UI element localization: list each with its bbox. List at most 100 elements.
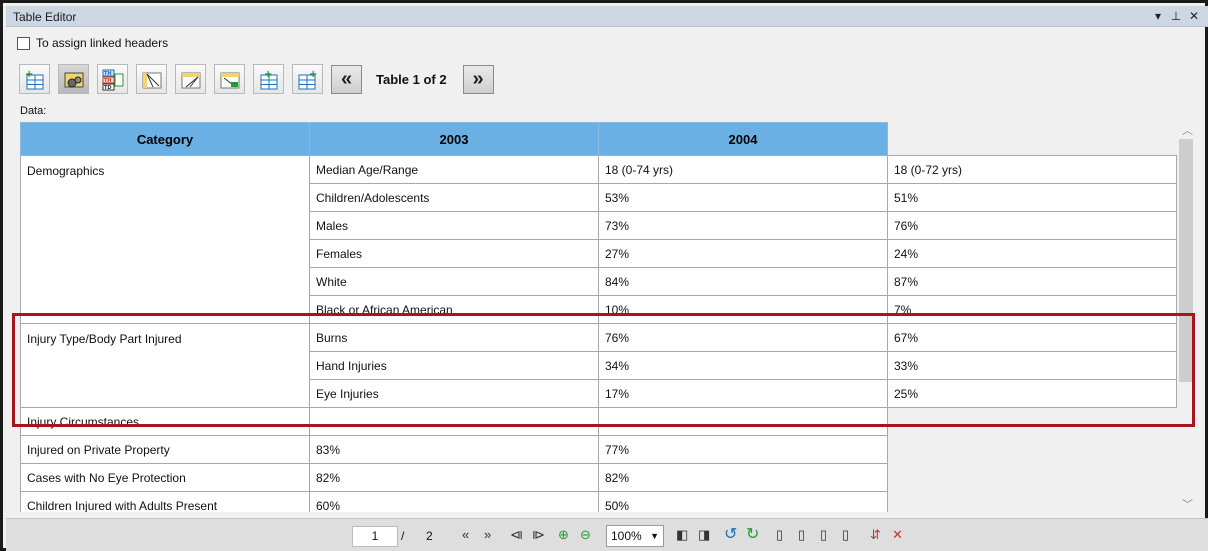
table-cell[interactable]: 84% (598, 267, 888, 296)
add-row-button[interactable]: + (253, 64, 284, 94)
close-icon[interactable]: ✕ (1188, 8, 1200, 24)
dropdown-arrow-icon[interactable]: ▾ (1152, 8, 1164, 24)
table-cell[interactable]: 53% (598, 183, 888, 212)
previous-table-button[interactable]: « (331, 64, 362, 94)
table-cell[interactable]: 83% (309, 435, 599, 464)
vertical-scrollbar[interactable]: ︿ ﹀ (1178, 122, 1195, 514)
table-cell[interactable]: 7% (887, 295, 1177, 324)
table-cell[interactable]: Cases with No Eye Protection (20, 463, 310, 492)
add-row-icon: + (260, 69, 278, 90)
move-right-icon[interactable]: ◨ (698, 527, 710, 543)
table-cell[interactable]: White (309, 267, 599, 296)
table-cell[interactable]: Median Age/Range (309, 155, 599, 184)
page-total: 2 (426, 529, 433, 543)
zoom-in-icon[interactable]: ⊕ (558, 527, 569, 543)
table-cell[interactable]: 77% (598, 435, 888, 464)
delete-split-icon[interactable]: ✕ (892, 527, 903, 543)
table-cell[interactable]: Injured on Private Property (20, 435, 310, 464)
table-cell[interactable]: 18 (0-74 yrs) (598, 155, 888, 184)
table-cell[interactable]: 73% (598, 211, 888, 240)
table-row: Injury Type/Body Part Injured Burns 76% … (20, 323, 1177, 408)
table-cell[interactable]: 82% (598, 463, 888, 492)
table-cell[interactable]: Males (309, 211, 599, 240)
table-cell[interactable]: 67% (887, 323, 1177, 352)
status-bar: 1 / 2 « » ⧏ ⧐ ⊕ ⊖ 100% ▼ ◧ ◨ ↺ ↻ ▯ ▯ ▯ ▯ … (6, 518, 1208, 551)
table-cell[interactable]: 82% (309, 463, 599, 492)
column-headers-icon (142, 72, 162, 89)
svg-text:TH: TH (104, 71, 112, 77)
page-layout-1-icon[interactable]: ▯ (776, 527, 783, 543)
move-left-icon[interactable]: ◧ (676, 527, 688, 543)
table-cell[interactable]: Burns (309, 323, 599, 352)
table-cell[interactable]: Injury Circumstances (20, 407, 310, 436)
table-cell[interactable]: Injury Type/Body Part Injured (20, 323, 310, 408)
linked-headers-checkbox[interactable] (17, 36, 30, 50)
table-cell[interactable]: 50% (598, 491, 888, 512)
page-layout-2-icon[interactable]: ▯ (798, 527, 805, 543)
table-cell[interactable]: 18 (0-72 yrs) (887, 155, 1177, 184)
table-cell[interactable]: 17% (598, 379, 888, 408)
page-layout-4-icon[interactable]: ▯ (842, 527, 849, 543)
merge-header-button[interactable] (214, 64, 245, 94)
empty-cell (888, 408, 1177, 436)
table-cell[interactable]: 87% (887, 267, 1177, 296)
next-page-icon[interactable]: » (484, 527, 491, 542)
header-cell[interactable]: 2003 (309, 122, 599, 156)
last-page-icon[interactable]: ⧐ (532, 527, 545, 543)
page-separator: / (401, 529, 405, 543)
table-cell[interactable]: Hand Injuries (309, 351, 599, 380)
redo-icon[interactable]: ↻ (746, 524, 759, 544)
row-headers-icon (181, 72, 201, 89)
table-cell[interactable]: 25% (887, 379, 1177, 408)
scroll-down-icon[interactable]: ﹀ (1182, 496, 1193, 512)
table-cell[interactable]: 33% (887, 351, 1177, 380)
insert-table-button[interactable]: + (19, 64, 50, 94)
table-settings-button[interactable] (58, 64, 89, 94)
undo-icon[interactable]: ↺ (724, 524, 737, 544)
svg-text:+: + (309, 69, 317, 80)
linked-headers-option[interactable]: To assign linked headers (17, 36, 168, 50)
table-cell[interactable]: Females (309, 239, 599, 268)
table-cell[interactable]: Children Injured with Adults Present (20, 491, 310, 512)
table-cell[interactable]: Black or African American (309, 295, 599, 324)
row-headers-button[interactable] (175, 64, 206, 94)
page-number-input[interactable]: 1 (352, 526, 398, 547)
empty-cell (888, 492, 1177, 513)
table-cell[interactable]: 27% (598, 239, 888, 268)
next-table-button[interactable]: » (462, 64, 494, 94)
window-title: Table Editor (13, 10, 77, 24)
table-row: Children Injured with Adults Present 60%… (20, 491, 1177, 513)
table-cell[interactable]: 34% (598, 351, 888, 380)
svg-text:+: + (25, 69, 33, 80)
header-cell[interactable]: Category (20, 122, 310, 156)
scroll-up-icon[interactable]: ︿ (1182, 122, 1193, 138)
add-column-icon: + (298, 69, 317, 90)
scrollbar-thumb[interactable] (1179, 139, 1193, 382)
table-cell[interactable]: 24% (887, 239, 1177, 268)
table-cell[interactable]: Children/Adolescents (309, 183, 599, 212)
header-cell[interactable]: 2004 (598, 122, 888, 156)
zoom-out-icon[interactable]: ⊖ (580, 527, 591, 543)
table-cell[interactable]: 10% (598, 295, 888, 324)
table-settings-icon (64, 72, 84, 88)
data-grid: Category 2003 2004 Demographics Median A… (20, 122, 1178, 512)
data-label: Data: (20, 105, 47, 117)
split-row-icon[interactable]: ⇵ (870, 527, 881, 543)
pin-icon[interactable]: ⊥ (1170, 8, 1182, 24)
table-cell[interactable]: 76% (598, 323, 888, 352)
svg-text:+: + (264, 69, 272, 80)
table-cell[interactable] (598, 407, 888, 436)
table-cell[interactable] (309, 407, 599, 436)
column-headers-button[interactable] (136, 64, 167, 94)
table-cell[interactable]: 60% (309, 491, 599, 512)
add-column-button[interactable]: + (292, 64, 323, 94)
page-layout-3-icon[interactable]: ▯ (820, 527, 827, 543)
table-cell[interactable]: 51% (887, 183, 1177, 212)
zoom-select[interactable]: 100% ▼ (606, 525, 664, 547)
table-cell[interactable]: Eye Injuries (309, 379, 599, 408)
header-types-button[interactable]: TH TH TD (97, 64, 128, 94)
previous-page-icon[interactable]: « (462, 527, 469, 542)
first-page-icon[interactable]: ⧏ (510, 527, 523, 543)
table-cell[interactable]: Demographics (20, 155, 310, 324)
table-cell[interactable]: 76% (887, 211, 1177, 240)
